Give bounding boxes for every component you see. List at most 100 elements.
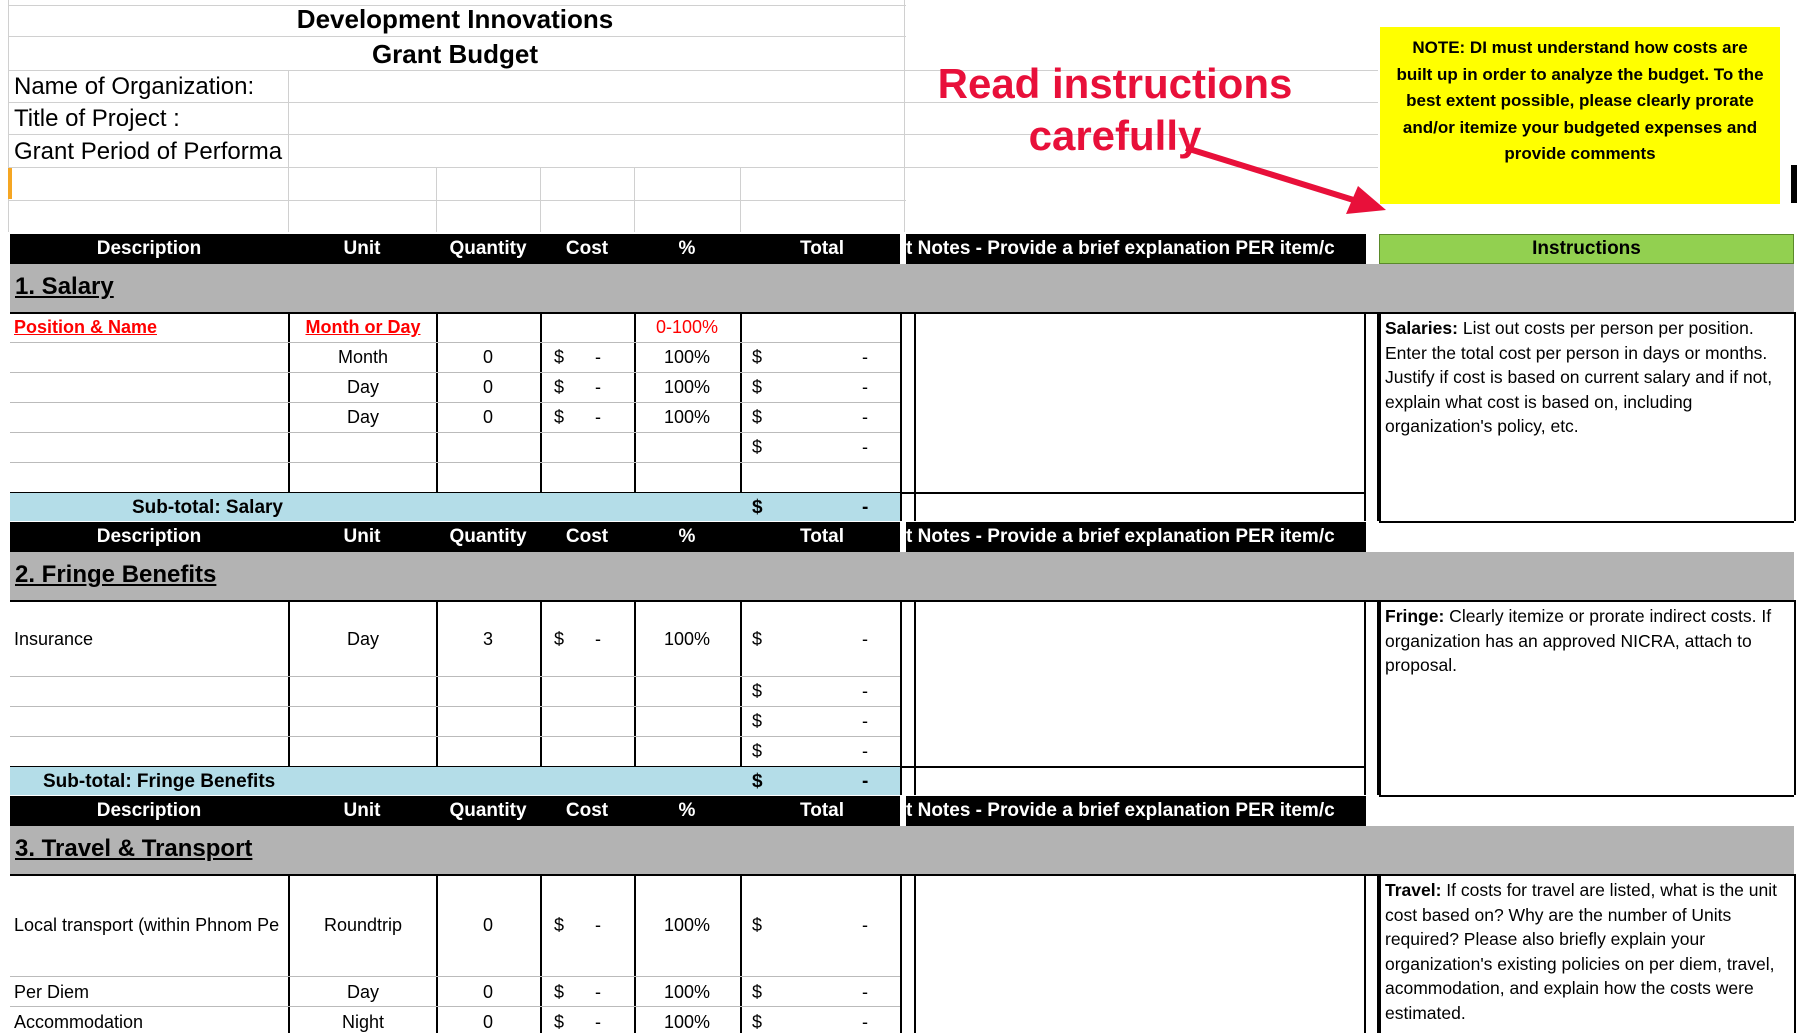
column-header-row: Description Unit Quantity Cost % Total [10,522,900,552]
col-total: Total [800,526,844,547]
col-unit: Unit [343,238,381,259]
percent-cell[interactable]: 100% [634,347,740,368]
percent-cell[interactable]: 100% [634,629,740,650]
qty-cell[interactable]: 3 [436,629,540,650]
qty-cell[interactable]: 0 [436,1012,540,1033]
section-title: 2. Fringe Benefits [15,561,217,588]
qty-cell[interactable]: 0 [436,407,540,428]
section-travel: 3. Travel & Transport [10,826,1794,874]
total-symbol: $ [752,982,763,1002]
col-cost: Cost [565,526,609,547]
cost-cell[interactable]: - [595,1012,601,1033]
percent-cell[interactable]: 100% [634,407,740,428]
travel-instructions: Travel: If costs for travel are listed, … [1381,876,1793,1033]
sheet-subtitle: Grant Budget [371,39,539,69]
col-total: Total [800,800,844,821]
percent-cell[interactable]: 100% [634,982,740,1003]
desc-cell[interactable]: Local transport (within Phnom Pe [14,915,288,936]
subtotal-label: Sub-total: Salary [132,497,283,518]
instr-body: If costs for travel are listed, what is … [1385,880,1777,1023]
total-cell: - [862,377,868,397]
cost-cell[interactable]: - [595,982,601,1003]
section-salary: 1. Salary [10,264,1794,312]
col-quantity: Quantity [449,238,527,259]
red-arrow-icon [1185,145,1386,214]
total-cell: - [862,407,868,427]
project-title-label: Title of Project : [14,105,180,132]
cost-cell[interactable]: - [595,629,601,650]
percent-cell[interactable]: 100% [634,377,740,398]
position-name-label: Position & Name [14,317,158,337]
total-symbol: $ [752,407,763,427]
cost-symbol: $ [554,407,565,427]
unit-cell[interactable]: Day [290,982,436,1003]
total-symbol: $ [752,741,763,761]
cost-cell[interactable]: - [595,347,601,368]
cost-cell[interactable]: - [595,377,601,398]
project-title-input[interactable] [290,103,902,133]
cost-symbol: $ [554,629,565,649]
qty-cell[interactable]: 0 [436,377,540,398]
qty-cell[interactable]: 0 [436,347,540,368]
subtotal-value: - [862,497,869,518]
total-symbol: $ [752,711,763,731]
total-cell: - [862,982,868,1002]
grant-period-input[interactable] [290,135,902,166]
percent-cell[interactable]: 100% [634,915,740,936]
subtotal-salary-row: Sub-total: Salary $ - [10,493,900,521]
subtotal-label: Sub-total: Fringe Benefits [43,771,276,792]
total-cell: - [862,629,868,649]
fringe-instructions: Fringe: Clearly itemize or prorate indir… [1381,602,1793,794]
subtotal-symbol: $ [752,771,763,792]
col-percent: % [678,800,696,821]
percent-range-label: 0-100% [655,317,719,337]
instr-bold: Salaries: [1385,318,1458,338]
sheet-title: Development Innovations [296,4,614,34]
percent-cell[interactable]: 100% [634,1012,740,1033]
cost-cell[interactable]: - [595,915,601,936]
instr-bold: Fringe: [1385,606,1445,626]
total-symbol: $ [752,681,763,701]
unit-cell[interactable]: Day [290,377,436,398]
unit-cell[interactable]: Roundtrip [290,915,436,936]
cost-symbol: $ [554,377,565,397]
desc-cell[interactable]: Accommodation [14,1012,143,1033]
unit-cell[interactable]: Day [290,629,436,650]
salary-notes-cell[interactable] [916,314,1364,490]
travel-notes-cell[interactable] [916,876,1364,1033]
org-name-input[interactable] [290,71,902,101]
col-unit: Unit [343,800,381,821]
notes-header: t Notes - Provide a brief explanation PE… [906,234,1366,264]
unit-cell[interactable]: Night [290,1012,436,1033]
total-cell: - [862,347,868,367]
grant-period-label: Grant Period of Performa [14,138,283,165]
col-notes: t Notes - Provide a brief explanation PE… [906,526,1335,547]
col-percent: % [678,238,696,259]
total-cell: - [862,1012,868,1032]
col-total: Total [800,238,844,259]
col-notes: t Notes - Provide a brief explanation PE… [906,238,1335,259]
col-description: Description [96,526,202,547]
col-percent: % [678,526,696,547]
month-or-day-label: Month or Day [305,317,421,337]
total-cell: - [862,741,868,761]
instr-bold: Travel: [1385,880,1442,900]
col-quantity: Quantity [449,800,527,821]
cost-cell[interactable]: - [595,407,601,428]
fringe-notes-cell[interactable] [916,602,1364,794]
sheet-edge-marker [1791,165,1797,203]
qty-cell[interactable]: 0 [436,982,540,1003]
cost-symbol: $ [554,915,565,935]
unit-cell[interactable]: Day [290,407,436,428]
desc-cell[interactable]: Per Diem [14,982,89,1003]
instructions-header: Instructions [1379,234,1794,264]
total-symbol: $ [752,347,763,367]
desc-cell[interactable]: Insurance [14,629,93,650]
col-cost: Cost [565,800,609,821]
subtotal-symbol: $ [752,497,763,518]
qty-cell[interactable]: 0 [436,915,540,936]
note-box: NOTE: DI must understand how costs are b… [1380,27,1780,204]
total-symbol: $ [752,377,763,397]
unit-cell[interactable]: Month [290,347,436,368]
column-header-row: Description Unit Quantity Cost % Total [10,796,900,826]
